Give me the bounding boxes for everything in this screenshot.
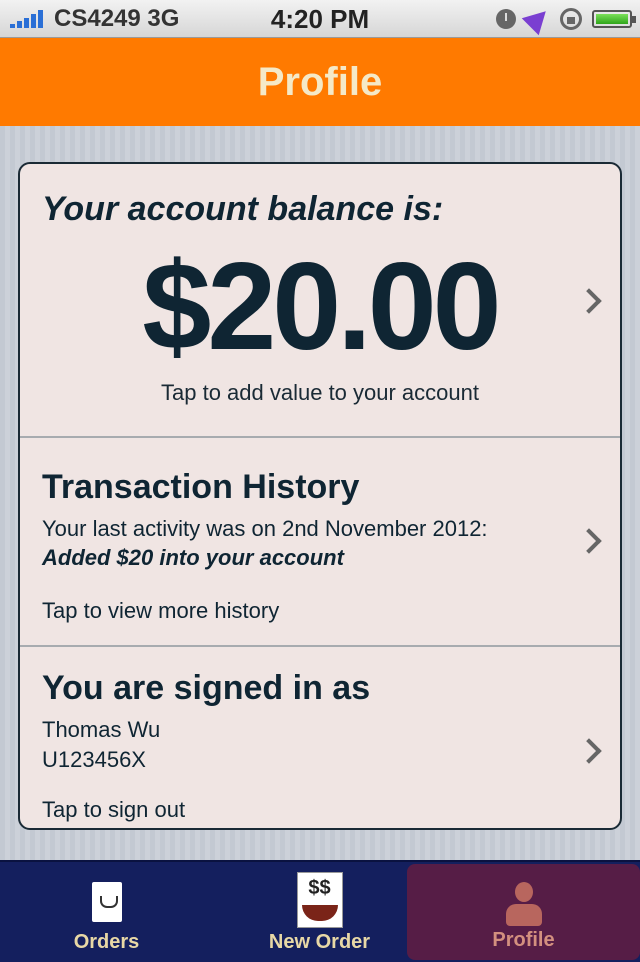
add-value-hint: Tap to add value to your account [161,380,479,405]
signed-in-title: You are signed in as [42,669,371,707]
chevron-right-icon [576,528,602,554]
document-icon [91,882,122,922]
tab-orders[interactable]: Orders [0,862,213,962]
status-icons [496,2,636,36]
tab-profile-label: Profile [492,929,555,951]
navigation-bar: Profile [0,38,640,126]
tab-new-order[interactable]: $$ New Order [213,862,426,962]
person-icon [505,882,542,926]
battery-icon [592,10,636,28]
last-activity-detail: Added $20 into your account [42,545,344,570]
balance-cell[interactable]: Your account balance is: $20.00 Tap to a… [20,164,620,438]
chevron-right-icon [576,738,602,764]
last-activity-text: Your last activity was on 2nd November 2… [42,516,488,541]
location-icon [521,2,555,36]
transaction-history-cell[interactable]: Transaction History Your last activity w… [20,438,620,647]
status-bar: CS4249 3G 4:20 PM [0,0,640,38]
profile-card: Your account balance is: $20.00 Tap to a… [18,162,622,830]
bowl-icon: $$ [296,872,343,928]
transaction-history-title: Transaction History [42,468,360,506]
signed-in-cell[interactable]: You are signed in as Thomas Wu U123456X … [20,647,620,828]
balance-label: Your account balance is: [42,190,444,228]
tab-orders-label: Orders [73,931,140,953]
content-area: Your account balance is: $20.00 Tap to a… [0,126,640,860]
orientation-lock-icon [560,8,582,30]
alarm-icon [496,9,516,29]
page-title: Profile [257,59,383,104]
tab-bar: Orders $$ New Order Profile [0,860,640,962]
user-id: U123456X [42,747,146,772]
user-name: Thomas Wu [42,717,161,742]
view-history-hint: Tap to view more history [42,598,280,623]
balance-amount: $20.00 [142,238,501,376]
sign-out-hint: Tap to sign out [42,797,186,822]
tab-profile[interactable]: Profile [407,864,640,960]
tab-new-order-label: New Order [268,931,371,953]
